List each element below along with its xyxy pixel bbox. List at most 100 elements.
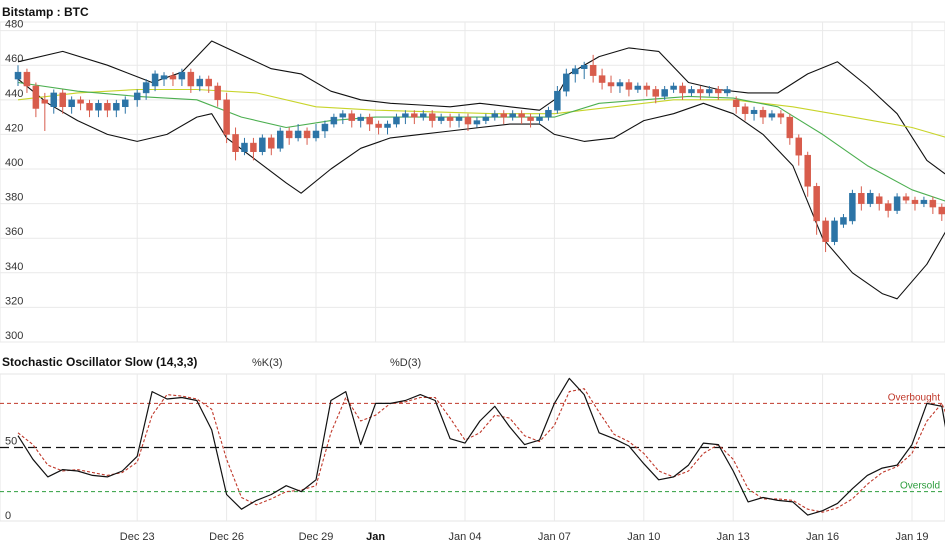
- candle-body: [884, 203, 892, 211]
- candle-body: [563, 73, 570, 92]
- candle-body: [875, 196, 883, 204]
- price-y-tick-label: 300: [5, 330, 23, 342]
- candle-body: [580, 64, 588, 69]
- candle-body: [473, 120, 481, 125]
- candle-body: [554, 90, 561, 111]
- candle-body: [858, 192, 865, 204]
- candle-body: [902, 196, 910, 201]
- candle-body: [77, 99, 84, 104]
- stoch-chart-title: Stochastic Oscillator Slow (14,3,3): [2, 355, 197, 369]
- chart-canvas: Bitstamp : BTC Stochastic Oscillator Slo…: [0, 5, 945, 543]
- candle-body: [679, 85, 686, 94]
- x-tick-label: Dec 23: [120, 531, 155, 543]
- candle-body: [428, 113, 436, 121]
- candle-body: [420, 113, 427, 118]
- candle-body: [402, 113, 409, 118]
- candle-body: [393, 116, 400, 125]
- x-tick-label: Jan: [366, 531, 385, 543]
- candle-body: [276, 130, 284, 149]
- candle-body: [142, 82, 150, 94]
- candle-body: [804, 154, 811, 187]
- candle-body: [86, 103, 93, 111]
- candle-body: [366, 116, 373, 125]
- candle-body: [357, 116, 364, 121]
- candle-body: [625, 82, 633, 90]
- candle-body: [786, 116, 794, 139]
- candle-body: [95, 103, 102, 111]
- candle-body: [160, 75, 168, 80]
- overbought-label: Overbought: [888, 392, 940, 403]
- candle-body: [598, 75, 606, 83]
- date-x-axis: Dec 23 Dec 26 Dec 29 Jan Jan 04 Jan 07 Jan 10 J…: [120, 531, 929, 543]
- candle-body: [169, 75, 177, 80]
- x-tick-label: Jan 16: [806, 531, 839, 543]
- candle-body: [122, 99, 129, 108]
- candle-body: [491, 113, 499, 118]
- candle-body: [196, 78, 204, 87]
- price-panel-bg: [0, 21, 945, 343]
- price-y-tick-label: 380: [5, 192, 23, 204]
- candle-body: [795, 137, 803, 156]
- candle-body: [697, 89, 704, 94]
- candle-body: [750, 109, 758, 114]
- x-tick-label: Jan 13: [717, 531, 750, 543]
- candle-body: [607, 82, 615, 87]
- candle-body: [41, 99, 49, 104]
- candle-body: [303, 130, 311, 139]
- candle-body: [822, 220, 829, 242]
- price-y-tick-label: 440: [5, 88, 23, 100]
- candle-body: [178, 71, 186, 80]
- price-y-tick-label: 360: [5, 226, 23, 238]
- candle-body: [768, 113, 776, 118]
- candle-body: [732, 99, 740, 108]
- candle-body: [840, 217, 847, 225]
- candle-body: [464, 116, 472, 125]
- price-y-tick-label: 400: [5, 157, 23, 169]
- x-tick-label: Dec 29: [299, 531, 334, 543]
- candle-body: [294, 130, 302, 139]
- price-grid: [0, 21, 945, 343]
- candle-body: [268, 137, 275, 149]
- candle-body: [545, 109, 552, 118]
- candle-body: [715, 89, 722, 94]
- candle-body: [59, 92, 66, 108]
- candle-body: [348, 113, 356, 121]
- candle-body: [688, 89, 695, 94]
- candle-body: [616, 82, 624, 87]
- candle-body: [14, 71, 22, 80]
- candle-body: [643, 85, 651, 90]
- x-tick-label: Jan 04: [448, 531, 481, 543]
- price-y-tick-label: 420: [5, 122, 23, 134]
- candle-body: [285, 130, 293, 139]
- candle-up: [849, 189, 856, 225]
- stoch-y-tick-label: 50: [5, 436, 17, 448]
- candle-body: [661, 89, 668, 97]
- candle-body: [214, 85, 221, 101]
- candle-body: [455, 116, 463, 121]
- candle-body: [187, 71, 195, 87]
- candle-body: [929, 199, 937, 208]
- candle-body: [250, 142, 257, 152]
- oversold-label: Oversold: [900, 481, 940, 492]
- candle-body: [321, 123, 329, 132]
- candle-body: [32, 85, 40, 109]
- candle-body: [518, 113, 525, 118]
- candle-body: [509, 113, 516, 118]
- candle-body: [113, 103, 120, 111]
- candle-body: [223, 99, 230, 135]
- candle-up: [831, 217, 838, 246]
- candle-body: [437, 116, 445, 121]
- candle-body: [68, 99, 75, 108]
- candle-body: [339, 113, 347, 118]
- candle-body: [589, 64, 597, 76]
- candle-body: [205, 78, 212, 87]
- candle-body: [938, 206, 945, 215]
- x-tick-label: Jan 07: [538, 531, 571, 543]
- candle-body: [446, 116, 454, 121]
- candle-body: [759, 109, 767, 118]
- candle-body: [634, 85, 642, 90]
- k-series-legend: %K(3): [252, 357, 283, 369]
- candle-body: [500, 113, 507, 118]
- candle-body: [104, 103, 111, 111]
- price-y-tick-label: 320: [5, 295, 23, 307]
